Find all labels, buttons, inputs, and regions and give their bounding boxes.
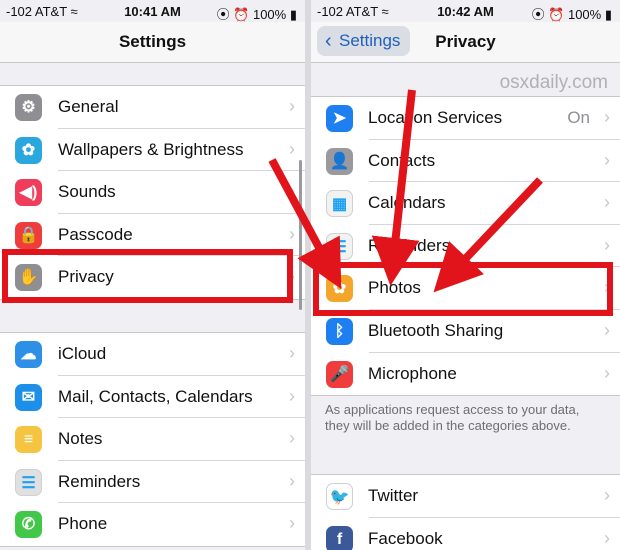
row-label: Contacts: [368, 150, 436, 170]
chevron-right-icon: ›: [289, 181, 295, 202]
settings-row-general[interactable]: ⚙ General ›: [0, 86, 305, 129]
row-label: Passcode: [58, 224, 133, 244]
settings-row-mail-contacts-calendars[interactable]: ✉ Mail, Contacts, Calendars ›: [0, 376, 305, 419]
cloud-icon: ☁: [15, 341, 42, 368]
gear-icon: ⚙: [15, 94, 42, 121]
scroll-indicator[interactable]: [299, 160, 302, 310]
row-label: Wallpapers & Brightness: [58, 139, 244, 159]
settings-row-reminders[interactable]: ☰ Reminders ›: [0, 461, 305, 504]
mail-icon: ✉: [15, 383, 42, 411]
page-title: Settings: [118, 32, 187, 51]
chevron-right-icon: ›: [289, 470, 295, 491]
chevron-right-icon: ›: [604, 234, 610, 255]
reminders-icon: ☰: [15, 468, 42, 496]
settings-row-phone[interactable]: ✆ Phone ›: [0, 503, 305, 546]
settings-row-contacts[interactable]: 👤 Contacts ›: [311, 140, 620, 183]
speaker-icon: ◀): [15, 179, 42, 207]
reminders-icon: ☰: [326, 232, 353, 260]
chevron-right-icon: ›: [604, 149, 610, 170]
phone-icon: ✆: [15, 511, 42, 539]
contacts-icon: 👤: [326, 147, 353, 175]
chevron-right-icon: ›: [604, 192, 610, 213]
microphone-icon: 🎤: [326, 360, 353, 388]
settings-row-twitter[interactable]: 🐦 Twitter ›: [311, 475, 620, 518]
row-label: Bluetooth Sharing: [368, 320, 504, 340]
chevron-right-icon: ›: [604, 107, 610, 127]
row-label: General: [58, 97, 119, 116]
chevron-right-icon: ›: [604, 362, 610, 383]
chevron-right-icon: ›: [604, 319, 610, 340]
row-label: Reminders: [58, 471, 141, 491]
chevron-right-icon: ›: [289, 223, 295, 244]
bluetooth-icon: ᛒ: [326, 317, 353, 345]
row-label: Microphone: [368, 363, 457, 383]
chevron-right-icon: ›: [289, 385, 295, 406]
watermark: osxdaily.com: [499, 72, 608, 93]
row-label: Reminders: [368, 235, 451, 255]
calendar-icon: ▦: [326, 190, 353, 218]
chevron-right-icon: ›: [289, 428, 295, 449]
lock-icon: 🔒: [15, 221, 42, 249]
privacy-footnote: As applications request access to your d…: [325, 402, 580, 433]
chevron-right-icon: ›: [289, 513, 295, 534]
location-arrow-icon: ➤: [326, 105, 353, 132]
chevron-right-icon: ›: [604, 527, 610, 548]
settings-row-calendars[interactable]: ▦ Calendars ›: [311, 182, 620, 225]
settings-row-location-services[interactable]: ➤ Location Services On ›: [311, 97, 620, 140]
chevron-right-icon: ›: [289, 138, 295, 159]
twitter-icon: 🐦: [326, 483, 353, 510]
battery-status: ⦿ ⏰ 100% ▮: [216, 7, 297, 22]
settings-group-2: ☁ iCloud › ✉ Mail, Contacts, Calendars › ≡ Note…: [0, 332, 305, 547]
status-bar: -102 AT&T ≈ 10:41 AM ⦿ ⏰ 100% ▮: [0, 0, 305, 22]
facebook-icon: f: [326, 525, 353, 550]
page-title: Privacy: [435, 32, 496, 51]
row-label: iCloud: [58, 344, 107, 363]
photos-highlight-box: [313, 262, 613, 316]
privacy-group-1: ➤ Location Services On › 👤 Contacts › ▦ Calendar…: [311, 96, 620, 397]
settings-row-facebook[interactable]: f Facebook ›: [311, 518, 620, 550]
row-value: On: [567, 108, 590, 127]
status-bar: -102 AT&T ≈ 10:42 AM ⦿ ⏰ 100% ▮: [311, 0, 620, 22]
row-label: Phone: [58, 514, 108, 534]
settings-row-bluetooth-sharing[interactable]: ᛒ Bluetooth Sharing ›: [311, 310, 620, 353]
settings-row-microphone[interactable]: 🎤 Microphone ›: [311, 353, 620, 396]
row-label: Mail, Contacts, Calendars: [58, 386, 253, 406]
row-label: Sounds: [58, 182, 116, 202]
row-label: Location Services: [368, 108, 503, 127]
chevron-right-icon: ›: [289, 343, 295, 363]
privacy-highlight-box: [2, 249, 293, 303]
row-label: Twitter: [368, 486, 419, 505]
settings-row-icloud[interactable]: ☁ iCloud ›: [0, 333, 305, 376]
row-label: Calendars: [368, 193, 446, 213]
settings-row-notes[interactable]: ≡ Notes ›: [0, 418, 305, 461]
settings-row-wallpapers-brightness[interactable]: ✿ Wallpapers & Brightness ›: [0, 129, 305, 172]
settings-row-sounds[interactable]: ◀) Sounds ›: [0, 171, 305, 214]
settings-row-reminders[interactable]: ☰ Reminders ›: [311, 225, 620, 268]
wallpaper-flower-icon: ✿: [15, 136, 42, 164]
chevron-right-icon: ›: [604, 485, 610, 505]
chevron-right-icon: ›: [289, 96, 295, 116]
privacy-group-2: 🐦 Twitter › f Facebook ›: [311, 474, 620, 550]
notes-icon: ≡: [15, 426, 42, 454]
battery-status: ⦿ ⏰ 100% ▮: [531, 7, 612, 22]
navigation-bar: ‹ Settings Privacy: [311, 22, 620, 63]
row-label: Facebook: [368, 528, 443, 548]
row-label: Notes: [58, 429, 103, 449]
navigation-bar: Settings: [0, 22, 305, 63]
